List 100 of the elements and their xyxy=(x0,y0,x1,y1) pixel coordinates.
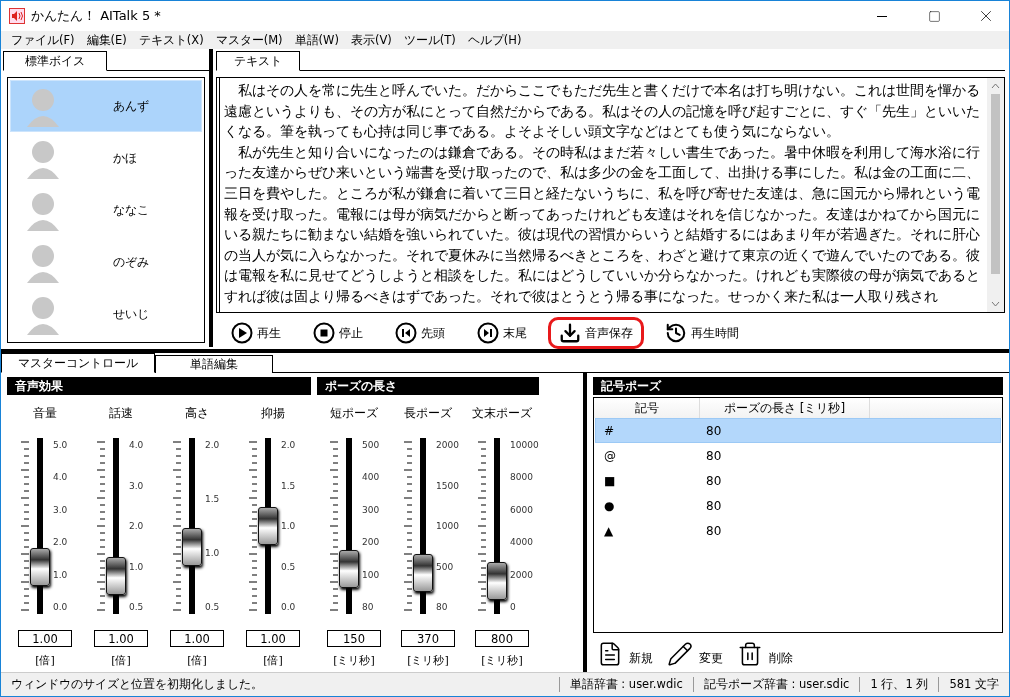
unit-label: [ミリ秒] xyxy=(333,653,375,668)
menu-item[interactable]: 編集(E) xyxy=(80,32,133,48)
slider-label: 音量 xyxy=(33,405,57,422)
unit-label: [倍] xyxy=(187,653,207,668)
trash-icon xyxy=(737,641,763,667)
value-field[interactable]: 370 xyxy=(401,630,455,647)
maximize-icon xyxy=(927,9,941,23)
toolbar-button[interactable]: 先頭 xyxy=(384,317,456,349)
value-field[interactable]: 1.00 xyxy=(94,630,148,647)
tick-label: 8000 xyxy=(510,472,534,483)
tick-label: 0.5 xyxy=(281,561,297,572)
pencil-icon xyxy=(667,641,693,667)
status-text: 単語辞書 : user.wdic xyxy=(558,677,693,692)
tick-label: 0.5 xyxy=(129,602,145,612)
menu-item[interactable]: マスター(M) xyxy=(209,32,289,48)
play-icon xyxy=(231,322,253,344)
section-header: ポーズの長さ xyxy=(317,377,539,395)
tick-label: 80 xyxy=(362,601,375,612)
tick-label: 1.5 xyxy=(281,480,297,491)
table-cell-text: # xyxy=(603,423,616,438)
toolbar-button[interactable]: 末尾 xyxy=(466,317,538,349)
slider-thumb[interactable] xyxy=(106,556,126,595)
voice-list-item[interactable]: ななこ xyxy=(10,184,202,236)
action-button[interactable]: 変更 xyxy=(667,641,723,667)
toolbar-button[interactable]: 音声保存 xyxy=(548,317,644,349)
table-cell-text: 80 xyxy=(706,498,723,513)
table-cell-text: @ xyxy=(603,448,617,463)
menu-item[interactable]: ツール(T) xyxy=(397,32,462,48)
voice-name: ななこ xyxy=(113,201,149,219)
table-cell-text: 80 xyxy=(706,523,723,538)
action-button[interactable]: 新規 xyxy=(597,641,653,667)
value-field[interactable]: 800 xyxy=(475,630,529,647)
speaker-icon xyxy=(9,8,25,24)
tick-label: 200 xyxy=(362,537,381,548)
slider-thumb[interactable] xyxy=(487,562,507,601)
tick-label: 1000 xyxy=(436,521,460,531)
tab[interactable]: テキスト xyxy=(216,51,300,71)
tick-label: 2.0 xyxy=(205,440,221,450)
value-field[interactable]: 1.00 xyxy=(170,630,224,647)
menu-item[interactable]: ファイル(F) xyxy=(5,32,81,48)
tick-label: 3.0 xyxy=(129,480,145,491)
scrollbar[interactable] xyxy=(987,78,1004,312)
voice-list-item[interactable]: かほ xyxy=(10,132,202,184)
menu-item[interactable]: 表示(V) xyxy=(344,32,398,48)
action-button[interactable]: 削除 xyxy=(737,641,793,667)
voice-list-item[interactable]: のぞみ xyxy=(10,236,202,288)
tick-label: 1500 xyxy=(436,480,460,491)
slider-label: 高さ xyxy=(185,405,209,422)
tab[interactable]: 単語編集 xyxy=(155,355,273,373)
section-header: 音声効果 xyxy=(7,377,311,395)
table-row[interactable]: # 80 xyxy=(595,418,1001,443)
menu-item[interactable]: テキスト(X) xyxy=(132,32,210,48)
tick-label: 1.0 xyxy=(53,569,69,580)
slider-thumb[interactable] xyxy=(30,548,50,587)
tick-label: 4000 xyxy=(510,537,534,548)
tick-label: 400 xyxy=(362,472,381,483)
slider-label: 話速 xyxy=(109,405,133,422)
slider-thumb[interactable] xyxy=(182,527,202,566)
value-field[interactable]: 1.00 xyxy=(18,630,72,647)
value-field[interactable]: 1.00 xyxy=(246,630,300,647)
slider-label: 長ポーズ xyxy=(404,405,452,422)
tick-label: 1.0 xyxy=(205,548,221,558)
menu-item[interactable]: ヘルプ(H) xyxy=(461,32,528,48)
voice-list-item[interactable]: あんず xyxy=(10,80,202,132)
table-cell-text: ● xyxy=(603,498,616,513)
slider-thumb[interactable] xyxy=(258,507,278,545)
value-field[interactable]: 150 xyxy=(327,630,381,647)
toolbar-button[interactable]: 再生時間 xyxy=(654,317,750,349)
voice-name: かほ xyxy=(113,149,137,167)
slider-label: 短ポーズ xyxy=(330,405,378,422)
voice-name: のぞみ xyxy=(113,253,149,271)
toolbar-button[interactable]: 再生 xyxy=(220,317,292,349)
voice-list-item[interactable]: せいじ xyxy=(10,288,202,340)
tab[interactable]: 標準ボイス xyxy=(3,51,107,71)
status-text: ウィンドウのサイズと位置を初期化しました。 xyxy=(10,677,264,692)
table-cell-text: 80 xyxy=(706,423,723,438)
slider-thumb[interactable] xyxy=(413,553,433,592)
status-text: 記号ポーズ辞書 : user.sdic xyxy=(692,677,860,692)
tick-label: 0.0 xyxy=(281,602,297,612)
tick-label: 2.0 xyxy=(281,440,297,450)
toolbar-button[interactable]: 停止 xyxy=(302,317,374,349)
table-row[interactable]: ■ 80 xyxy=(595,468,1001,493)
tick-label: 2000 xyxy=(436,440,460,450)
slider-thumb[interactable] xyxy=(339,549,359,588)
table-row[interactable]: ▲ 80 xyxy=(595,518,1001,543)
skip-back-icon xyxy=(395,322,417,344)
download-icon xyxy=(559,322,581,344)
table-row[interactable]: @ 80 xyxy=(595,443,1001,468)
skip-forward-icon xyxy=(477,322,499,344)
tick-label: 10000 xyxy=(510,440,540,450)
tick-label: 2.0 xyxy=(53,537,69,548)
status-text: 581 文字 xyxy=(938,677,1009,692)
tick-label: 500 xyxy=(362,440,381,450)
stop-icon xyxy=(313,322,335,344)
table-cell-text: 80 xyxy=(706,473,723,488)
tick-label: 5.0 xyxy=(53,440,69,450)
tick-label: 1.0 xyxy=(281,521,297,531)
table-row[interactable]: ● 80 xyxy=(595,493,1001,518)
tab[interactable]: マスターコントロール xyxy=(1,353,155,373)
menu-item[interactable]: 単語(W) xyxy=(288,32,345,48)
